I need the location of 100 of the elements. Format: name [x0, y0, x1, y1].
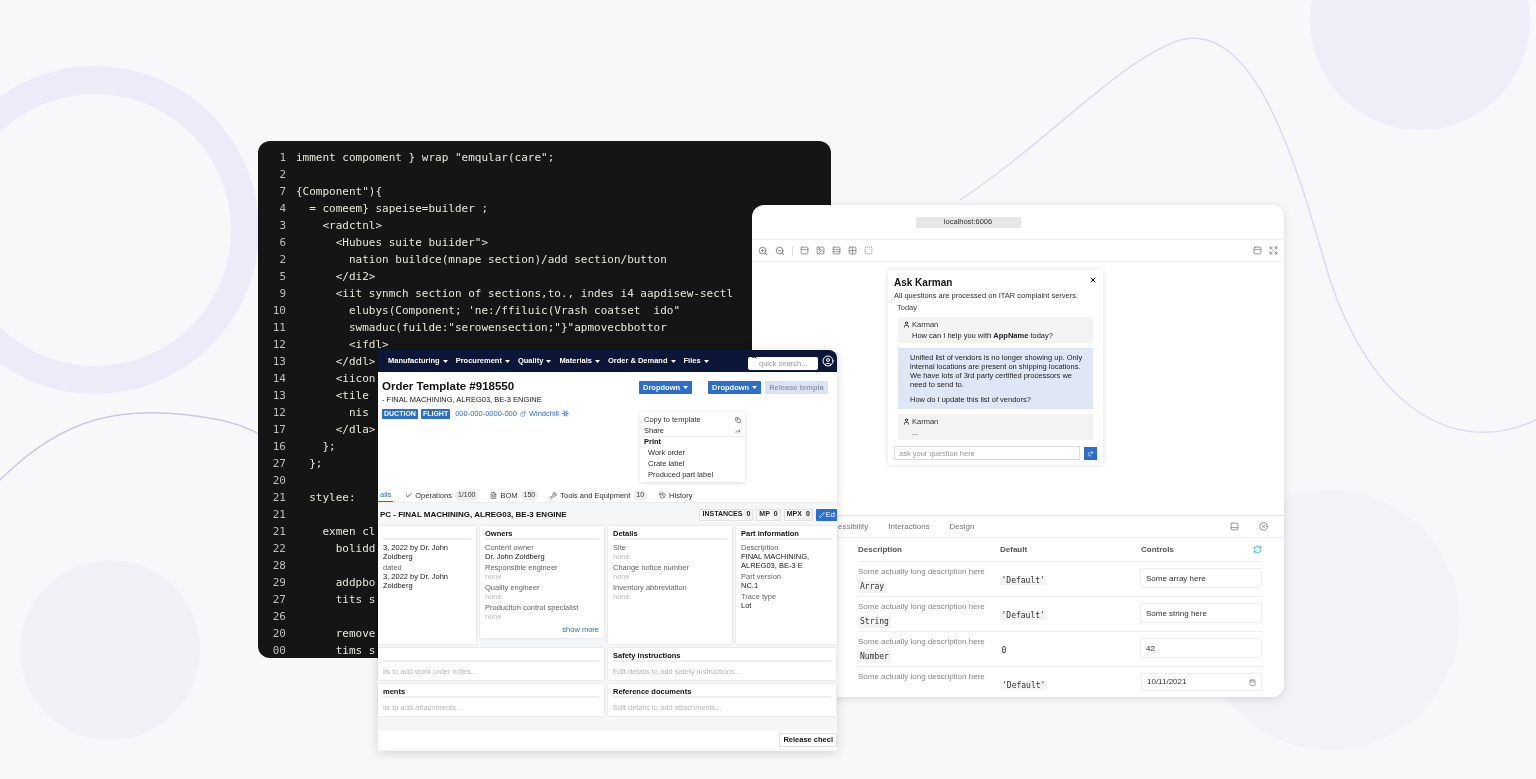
check-icon: [405, 492, 413, 499]
description-text: Some actually long description here: [858, 566, 985, 578]
description-text: Some actually long description here: [858, 671, 985, 683]
user-icon: [903, 321, 910, 329]
control-field[interactable]: Some string here: [1140, 603, 1262, 623]
date-field[interactable]: 10/11/2021: [1141, 673, 1262, 691]
close-icon[interactable]: [1089, 276, 1097, 284]
line-number: 13: [271, 354, 286, 370]
line-number: 28: [271, 558, 286, 574]
code-line: imment compoment } wrap "emqular(care";: [296, 150, 555, 166]
line-number: 21: [271, 524, 286, 540]
panel-icon[interactable]: [800, 246, 809, 255]
type-label: Array: [858, 581, 887, 593]
panel-tab[interactable]: essibility: [838, 520, 869, 533]
code-line: {Component"){: [296, 184, 383, 200]
send-icon: [1087, 449, 1094, 457]
line-number: 5: [278, 269, 286, 285]
search-icon: [750, 352, 757, 359]
code-line: nation buildce(mnape section)/add section/button: [347, 252, 667, 268]
reset-icon[interactable]: [1253, 545, 1262, 554]
caret-icon: [670, 359, 676, 363]
line-number: 14: [271, 371, 286, 387]
line-number: 21: [271, 507, 286, 523]
image-icon[interactable]: [816, 246, 825, 255]
column-header: Default: [1000, 543, 1029, 556]
dashed-square-icon[interactable]: [864, 246, 873, 255]
caret-icon: [442, 359, 448, 363]
zoom-in-icon[interactable]: [758, 245, 768, 256]
line-number: 10: [271, 303, 286, 319]
code-line: nis: [347, 405, 369, 421]
description-text: Some actually long description here: [858, 601, 985, 613]
line-number: 21: [271, 490, 286, 506]
default-value: 'Default': [999, 576, 1047, 585]
document-icon: [490, 492, 498, 499]
panel-tab[interactable]: Interactions: [888, 520, 930, 533]
control-field[interactable]: 42: [1140, 638, 1262, 658]
type-label: String: [858, 616, 891, 628]
dialog-title: Ask Karman: [894, 276, 953, 290]
line-number: 6: [278, 235, 286, 251]
code-line: remove: [334, 626, 376, 642]
code-line: <iicon: [334, 371, 376, 387]
line-number: 22: [271, 541, 286, 557]
line-number: 29: [271, 575, 286, 591]
code-line: elubys(Component; 'ne:/ffiluic(Vrash coatset ido": [347, 303, 681, 319]
code-line: };: [308, 456, 323, 472]
code-line: = comeem} sapeise=builder ;: [308, 201, 489, 217]
zoom-out-icon[interactable]: [775, 245, 785, 256]
control-field[interactable]: Some array here: [1140, 568, 1262, 588]
fullscreen-icon[interactable]: [1269, 246, 1278, 255]
caret-icon: [504, 359, 510, 363]
panel-tab[interactable]: Design: [949, 520, 975, 533]
panel-icon[interactable]: [1230, 522, 1239, 531]
line-number: 26: [271, 609, 286, 625]
page-title: Order Template #918550: [382, 379, 516, 393]
line-number: 17: [271, 422, 286, 438]
code-line: tits s: [334, 592, 376, 608]
default-value: 'Default': [999, 611, 1047, 620]
line-number: 11: [271, 320, 286, 336]
panel-icon[interactable]: [1253, 246, 1262, 255]
line-number: 1: [278, 150, 286, 166]
code-line: <ifdl>: [347, 337, 389, 353]
caret-icon: [703, 359, 709, 363]
line-number: 2: [278, 252, 286, 268]
line-number: 20: [271, 473, 286, 489]
line-number: 2: [278, 167, 286, 183]
pencil-icon: [818, 511, 825, 518]
user-icon: [903, 418, 910, 426]
share-icon: [735, 427, 741, 434]
code-line: };: [321, 439, 336, 455]
code-line: <radctnl>: [321, 218, 383, 234]
snowflake-icon: [561, 410, 569, 418]
avatar-icon[interactable]: [822, 355, 834, 367]
code-line: <Hubues suite buiider">: [334, 235, 489, 251]
line-number: 13: [271, 388, 286, 404]
default-value: 0: [999, 646, 1009, 655]
line-number: 7: [278, 184, 286, 200]
caret-icon: [683, 386, 689, 389]
code-line: </dla>: [334, 422, 376, 438]
line-number: 4: [278, 201, 286, 217]
caret-icon: [594, 359, 600, 363]
line-number: 12: [271, 405, 286, 421]
line-number: 00: [271, 643, 286, 658]
column-header: Controls: [1141, 543, 1175, 556]
line-number: 27: [271, 456, 286, 472]
calendar-icon: [1249, 678, 1256, 686]
line-number: 12: [271, 337, 286, 353]
code-line: tims s: [334, 643, 376, 658]
caret-icon: [752, 386, 758, 389]
code-line: </ddl>: [334, 354, 376, 370]
line-number: 3: [278, 218, 286, 234]
copy-icon: [735, 416, 741, 423]
default-value: 'Default': [1000, 681, 1048, 690]
code-line: swmaduc(fuilde:"serowensection;"}"apmovecbbottor: [347, 320, 667, 336]
send-button[interactable]: [1084, 446, 1097, 460]
code-line: </di2>: [334, 269, 376, 285]
line-number: 20: [271, 626, 286, 642]
type-label: Number: [858, 651, 891, 663]
grid-icon[interactable]: [848, 246, 857, 255]
rows-icon[interactable]: [832, 246, 841, 255]
wrench-icon: [550, 492, 558, 499]
